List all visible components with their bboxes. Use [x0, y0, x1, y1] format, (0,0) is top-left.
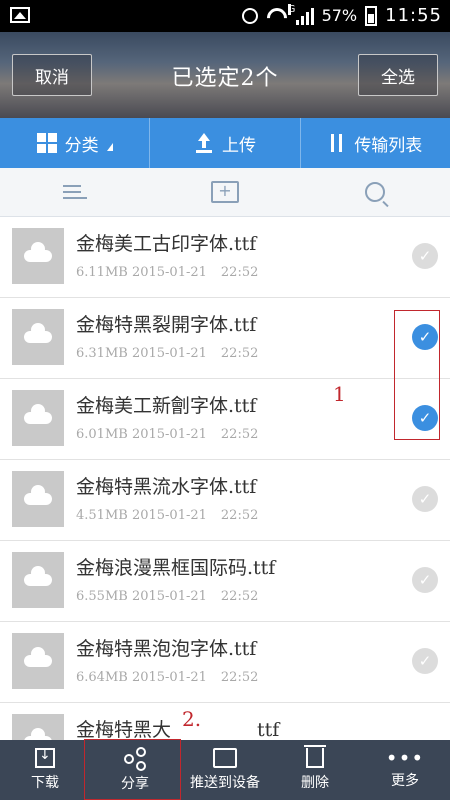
grid-icon [36, 133, 57, 153]
select-checkbox[interactable]: ✓ [412, 648, 438, 674]
status-bar: G 57% 11:55 [0, 0, 450, 32]
file-list: 金梅美工古印字体.ttf 6.11MB 2015-01-21 22:52 ✓ 金梅… [0, 217, 450, 784]
category-button[interactable]: 分类 [0, 118, 151, 168]
annotation-label-1: 1 [333, 382, 346, 406]
delete-label: 删除 [301, 775, 329, 791]
list-item[interactable]: 金梅特黑泡泡字体.ttf 6.64MB 2015-01-21 22:52 ✓ [0, 622, 450, 703]
transfer-list-label: 传输列表 [354, 135, 423, 156]
file-name: 金梅美工新劊字体.ttf [76, 395, 257, 417]
battery-icon [365, 5, 378, 26]
more-dots-icon: ••• [385, 746, 425, 770]
select-checkbox[interactable]: ✓ [412, 243, 438, 269]
category-label: 分类 [64, 135, 99, 156]
wifi-icon [266, 8, 288, 24]
file-meta: 6.64MB 2015-01-21 22:52 [76, 670, 259, 685]
file-cloud-icon [12, 228, 64, 284]
annotation-box-share [84, 739, 181, 800]
transfer-icon [328, 133, 346, 153]
dropdown-triangle-icon [106, 143, 113, 151]
battery-percent: 57% [321, 6, 358, 25]
file-cloud-icon [12, 633, 64, 689]
download-button[interactable]: 下载 [0, 740, 90, 800]
bottom-action-bar: 下载 分享 推送到设备 删除 ••• 更多 [0, 740, 450, 800]
file-meta: 6.31MB 2015-01-21 22:52 [76, 346, 259, 361]
push-to-device-button[interactable]: 推送到设备 [180, 740, 270, 800]
file-cloud-icon [12, 471, 64, 527]
list-item[interactable]: 金梅美工新劊字体.ttf 6.01MB 2015-01-21 22:52 ✓ [0, 379, 450, 460]
status-right: G 57% 11:55 [241, 3, 442, 26]
file-name: 金梅浪漫黑框国际码.ttf [76, 557, 276, 579]
main-toolbar: 分类 上传 传输列表 [0, 118, 450, 168]
device-icon [213, 748, 237, 768]
list-item[interactable]: 金梅美工古印字体.ttf 6.11MB 2015-01-21 22:52 ✓ [0, 217, 450, 298]
delete-button[interactable]: 删除 [270, 740, 360, 800]
list-item[interactable]: 金梅浪漫黑框国际码.ttf 6.55MB 2015-01-21 22:52 ✓ [0, 541, 450, 622]
list-item[interactable]: 金梅特黑流水字体.ttf 4.51MB 2015-01-21 22:52 ✓ [0, 460, 450, 541]
sort-button[interactable] [0, 168, 150, 216]
new-folder-button[interactable]: + [150, 168, 300, 216]
network-type: G [287, 3, 296, 15]
select-checkbox[interactable]: ✓ [412, 567, 438, 593]
trash-icon [304, 745, 326, 768]
signal-icon: G [287, 3, 314, 25]
annotation-box-checkmarks [394, 310, 440, 440]
search-icon [365, 182, 385, 202]
search-button[interactable] [300, 168, 450, 216]
clock: 11:55 [385, 5, 442, 26]
push-to-device-label: 推送到设备 [190, 775, 260, 791]
select-all-button[interactable]: 全选 [358, 54, 438, 96]
download-icon [35, 747, 55, 768]
download-label: 下载 [31, 775, 59, 791]
file-cloud-icon [12, 390, 64, 446]
file-name: 金梅特黑裂開字体.ttf [76, 314, 257, 336]
file-meta: 6.01MB 2015-01-21 22:52 [76, 427, 259, 442]
file-meta: 6.55MB 2015-01-21 22:52 [76, 589, 259, 604]
more-button[interactable]: ••• 更多 [360, 740, 450, 800]
upload-label: 上传 [221, 135, 256, 156]
select-checkbox[interactable]: ✓ [412, 486, 438, 512]
file-cloud-icon [12, 552, 64, 608]
file-meta: 4.51MB 2015-01-21 22:52 [76, 508, 259, 523]
file-name: 金梅特黑流水字体.ttf [76, 476, 257, 498]
list-tools-bar: + [0, 168, 450, 217]
list-item[interactable]: 金梅特黑裂開字体.ttf 6.31MB 2015-01-21 22:52 ✓ [0, 298, 450, 379]
annotation-label-2: 2. [178, 707, 206, 731]
selection-header: 取消 已选定2个 全选 [0, 32, 450, 118]
transfer-list-button[interactable]: 传输列表 [301, 118, 450, 168]
new-folder-icon: + [211, 181, 239, 203]
alarm-icon [241, 7, 258, 24]
file-name: 金梅美工古印字体.ttf [76, 233, 257, 255]
upload-button[interactable]: 上传 [150, 118, 301, 168]
gallery-icon [10, 7, 30, 23]
upload-icon [194, 133, 214, 153]
file-name: 金梅特黑泡泡字体.ttf [76, 638, 257, 660]
sort-icon [63, 184, 87, 200]
more-label: 更多 [391, 773, 419, 789]
file-meta: 6.11MB 2015-01-21 22:52 [76, 265, 259, 280]
file-cloud-icon [12, 309, 64, 365]
